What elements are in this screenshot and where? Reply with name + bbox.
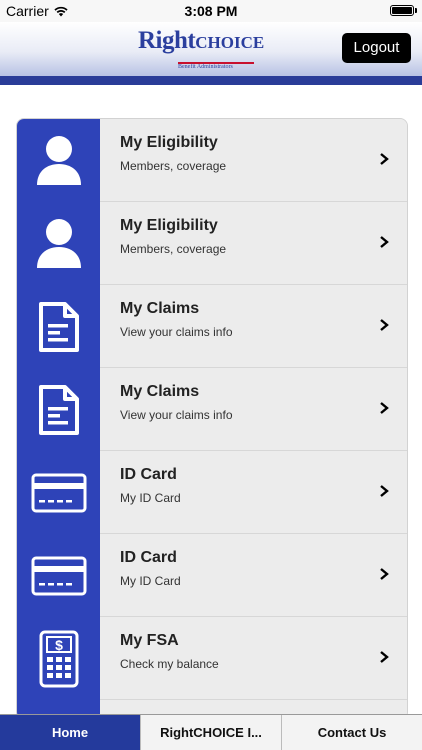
menu-item-title: ID Card: [120, 549, 177, 566]
menu-item-subtitle: View your claims info: [120, 408, 233, 422]
menu-item-title: My Claims: [120, 383, 200, 400]
person-icon: [36, 218, 81, 268]
chevron-right-icon: [380, 651, 389, 663]
card-icon: [31, 556, 86, 595]
chevron-right-icon: [380, 236, 389, 248]
menu-item-eligibility[interactable]: My Eligibility Members, coverage: [17, 119, 407, 202]
chevron-right-icon: [380, 402, 389, 414]
menu-item-title: ID Card: [120, 466, 177, 483]
chevron-right-icon: [380, 153, 389, 165]
menu-item-subtitle: Check my balance: [120, 657, 219, 671]
menu-item-subtitle: My ID Card: [120, 491, 181, 505]
menu-item-title: My Eligibility: [120, 134, 218, 151]
chevron-right-icon: [380, 485, 389, 497]
person-icon: [36, 135, 81, 185]
document-icon: [38, 384, 79, 435]
menu-item-subtitle: My ID Card: [120, 574, 181, 588]
menu-item-subtitle: Members, coverage: [120, 159, 227, 173]
card-icon: [31, 473, 86, 512]
menu-item-title: My Eligibility: [120, 217, 218, 234]
logo-right-text: Right: [138, 27, 196, 54]
menu-item-title: My FSA: [120, 632, 179, 649]
menu-item-claims[interactable]: My Claims View your claims info: [17, 285, 407, 368]
logo-tagline: Benefit Administrators: [178, 64, 233, 70]
document-icon: [38, 301, 79, 352]
chevron-right-icon: [380, 568, 389, 580]
status-time: 3:08 PM: [184, 3, 238, 19]
menu-item-id-card[interactable]: ID Card My ID Card: [17, 451, 407, 534]
menu-item-subtitle: Members, coverage: [120, 242, 227, 256]
menu-item-claims[interactable]: My Claims View your claims info: [17, 368, 407, 451]
main-menu: My Eligibility Members, coverage My Elig…: [16, 118, 408, 720]
logout-button[interactable]: Logout: [342, 33, 411, 63]
battery-icon: [390, 5, 417, 16]
logo-choice-text: CHOICE: [195, 33, 265, 52]
tab-home[interactable]: Home: [0, 715, 140, 750]
menu-item-subtitle: View your claims info: [120, 325, 233, 339]
svg-text:$: $: [55, 637, 63, 653]
bottom-tab-bar: Home RightCHOICE I... Contact Us: [0, 714, 422, 750]
rightchoice-logo: RightCHOICE Benefit Administrators: [138, 27, 264, 73]
chevron-right-icon: [380, 319, 389, 331]
tab-contact-us[interactable]: Contact Us: [281, 715, 422, 750]
menu-item-eligibility[interactable]: My Eligibility Members, coverage: [17, 202, 407, 285]
header-accent-bar: [0, 76, 422, 85]
calculator-icon: $: [39, 630, 78, 687]
menu-item-fsa[interactable]: $ My FSA Check my balance: [17, 617, 407, 700]
tab-rightchoice-info[interactable]: RightCHOICE I...: [140, 715, 281, 750]
menu-item-id-card[interactable]: ID Card My ID Card: [17, 534, 407, 617]
status-bar: Carrier 3:08 PM: [0, 0, 422, 22]
menu-item-title: My Claims: [120, 300, 200, 317]
